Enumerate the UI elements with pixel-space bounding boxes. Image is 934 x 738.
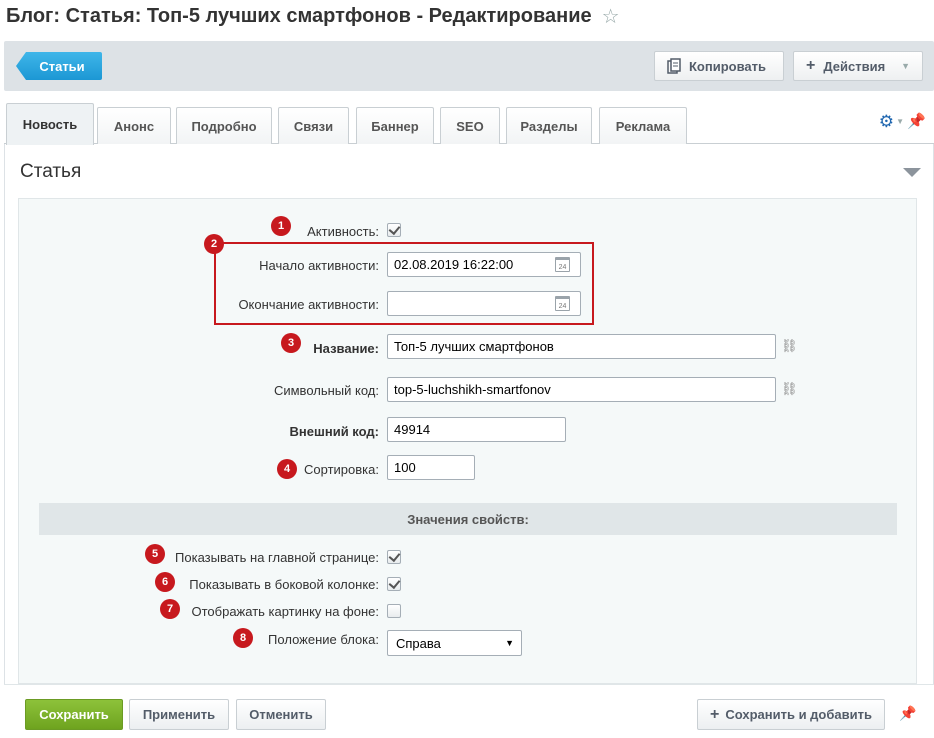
- plus-icon: +: [710, 705, 720, 723]
- copy-button[interactable]: Копировать: [654, 51, 784, 81]
- name-input[interactable]: Топ-5 лучших смартфонов: [387, 334, 776, 359]
- actions-label: Действия: [823, 58, 886, 74]
- tab-seo[interactable]: SEO: [440, 107, 500, 144]
- chevron-down-icon[interactable]: ▼: [896, 117, 904, 126]
- gear-icon[interactable]: ⚙: [879, 112, 894, 132]
- collapse-icon[interactable]: [903, 168, 921, 177]
- step-badge-2: 2: [204, 234, 224, 254]
- code-input[interactable]: top-5-luchshikh-smartfonov: [387, 377, 776, 402]
- form-panel: 1 Активность: 2 Начало активности: 02.08…: [18, 198, 917, 684]
- pin-icon[interactable]: 📌: [907, 112, 926, 130]
- save-button[interactable]: Сохранить: [25, 699, 123, 730]
- tab-news[interactable]: Новость: [6, 103, 94, 145]
- show-main-checkbox[interactable]: [387, 550, 401, 564]
- calendar-icon[interactable]: 24: [555, 296, 570, 311]
- position-select[interactable]: Справа ▼: [387, 630, 522, 656]
- active-to-label: Окончание активности:: [238, 297, 379, 312]
- position-value: Справа: [396, 635, 441, 651]
- sort-label: Сортировка:: [304, 462, 379, 477]
- tab-announce[interactable]: Анонс: [97, 107, 171, 144]
- tab-bar: Новость Анонс Подробно Связи Баннер SEO …: [4, 103, 934, 145]
- sort-input[interactable]: 100: [387, 455, 475, 480]
- xml-id-input[interactable]: 49914: [387, 417, 566, 442]
- link-icon[interactable]: ⛓: [781, 338, 797, 354]
- back-to-articles-button[interactable]: Статьи: [16, 52, 102, 80]
- active-label: Активность:: [307, 224, 379, 239]
- tab-sections[interactable]: Разделы: [506, 107, 592, 144]
- chevron-down-icon: ▼: [901, 61, 910, 71]
- page-title-text: Блог: Статья: Топ-5 лучших смартфонов - …: [6, 5, 592, 27]
- cancel-button[interactable]: Отменить: [236, 699, 326, 730]
- code-label: Символьный код:: [273, 383, 379, 398]
- apply-button[interactable]: Применить: [129, 699, 229, 730]
- tab-details[interactable]: Подробно: [176, 107, 272, 144]
- link-icon[interactable]: ⛓: [781, 381, 797, 397]
- copy-label: Копировать: [689, 58, 767, 74]
- active-from-input[interactable]: 02.08.2019 16:22:00 24: [387, 252, 581, 277]
- section-title: Статья: [20, 161, 82, 182]
- article-section: Статья 1 Активность: 2 Начало активности…: [4, 144, 934, 684]
- toolbar: Статьи Копировать + Действия ▼: [4, 41, 934, 91]
- pin-icon[interactable]: 📌: [899, 705, 916, 722]
- page-title: Блог: Статья: Топ-5 лучших смартфонов - …: [6, 4, 620, 29]
- tab-ads[interactable]: Реклама: [599, 107, 687, 144]
- show-side-label: Показывать в боковой колонке:: [189, 577, 379, 592]
- save-and-add-label: Сохранить и добавить: [725, 707, 872, 722]
- tab-banner[interactable]: Баннер: [356, 107, 434, 144]
- bg-image-label: Отображать картинку на фоне:: [191, 604, 380, 619]
- calendar-icon[interactable]: 24: [555, 257, 570, 272]
- name-label: Название:: [313, 341, 379, 356]
- tab-links[interactable]: Связи: [278, 107, 349, 144]
- chevron-down-icon: ▼: [505, 638, 514, 648]
- save-and-add-button[interactable]: + Сохранить и добавить: [697, 699, 885, 730]
- properties-header: Значения свойств:: [39, 503, 897, 535]
- bg-image-checkbox[interactable]: [387, 604, 401, 618]
- xml-id-label: Внешний код:: [289, 424, 379, 439]
- position-label: Положение блока:: [268, 632, 379, 647]
- copy-icon: [667, 58, 681, 74]
- active-from-value: 02.08.2019 16:22:00: [394, 257, 514, 272]
- footer: Сохранить Применить Отменить + Сохранить…: [4, 684, 934, 738]
- star-icon[interactable]: ☆: [602, 4, 620, 29]
- active-to-input[interactable]: 24: [387, 291, 581, 316]
- show-main-label: Показывать на главной странице:: [175, 550, 379, 565]
- actions-button[interactable]: + Действия ▼: [793, 51, 923, 81]
- active-checkbox[interactable]: [387, 223, 401, 237]
- active-from-label: Начало активности:: [259, 258, 379, 273]
- plus-icon: +: [806, 57, 816, 74]
- show-side-checkbox[interactable]: [387, 577, 401, 591]
